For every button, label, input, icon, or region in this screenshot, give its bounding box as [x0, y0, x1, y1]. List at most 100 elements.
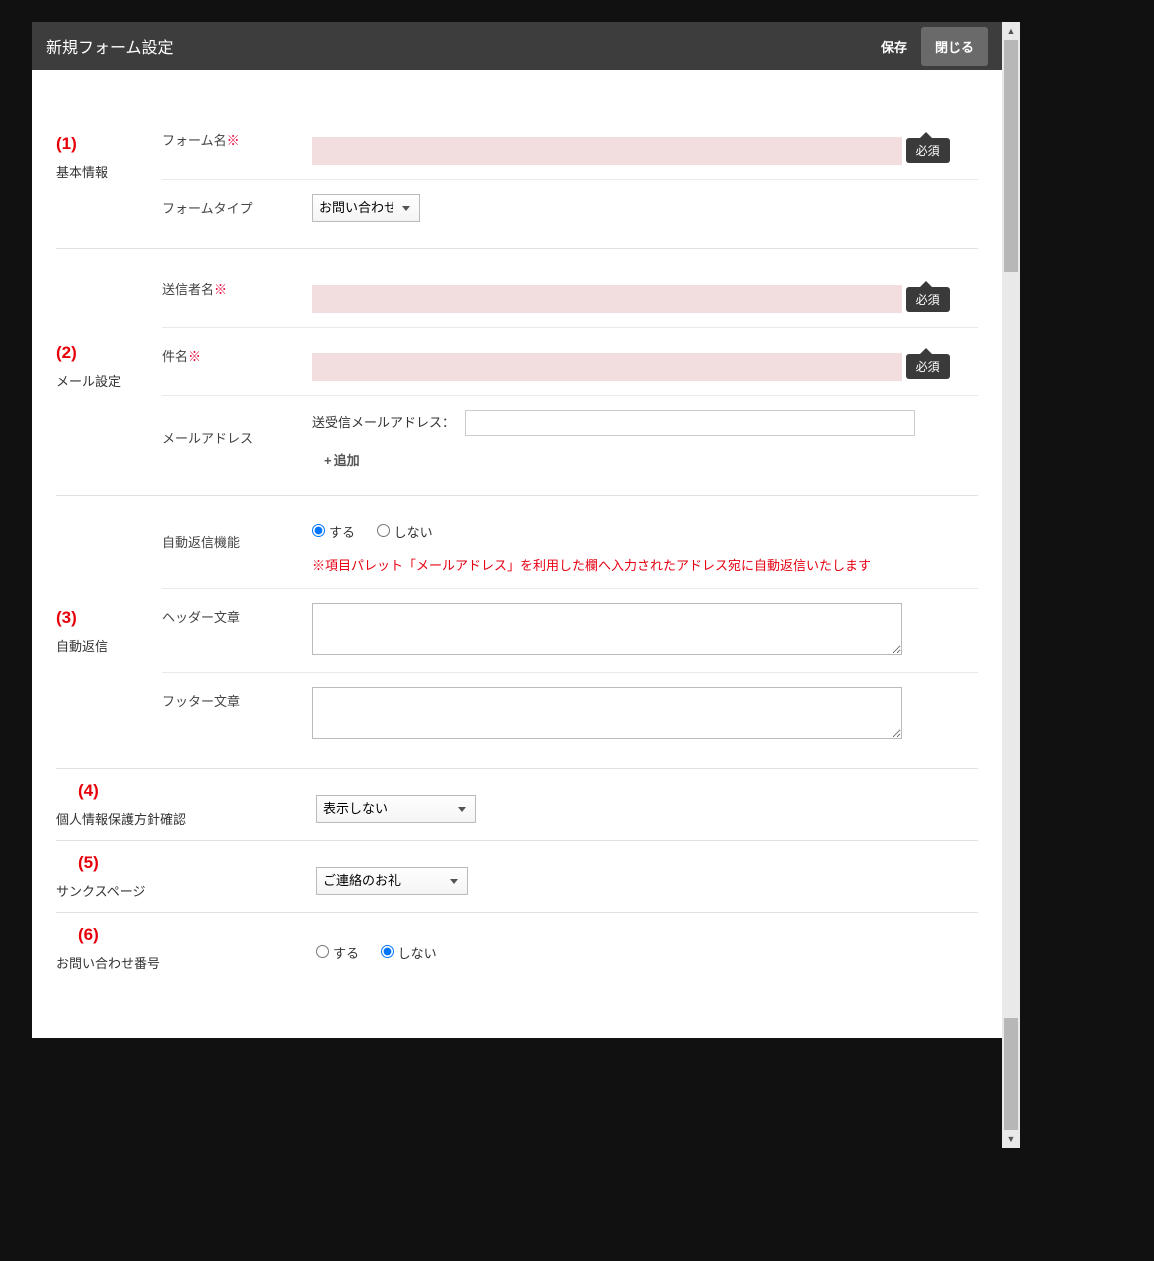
- scroll-down-icon[interactable]: ▼: [1002, 1130, 1020, 1148]
- section-label: (3) 自動返信: [56, 508, 162, 756]
- select-wrap: お問い合わせ: [312, 194, 420, 222]
- field-subject: 件名※ 必須: [162, 327, 978, 395]
- modal-title: 新規フォーム設定: [46, 34, 867, 58]
- field-control: 必須: [312, 126, 978, 165]
- inquiry-yes-radio[interactable]: [316, 945, 329, 958]
- save-button[interactable]: 保存: [867, 27, 921, 66]
- scroll-thumb[interactable]: [1004, 40, 1018, 272]
- field-control: お問い合わせ: [312, 194, 978, 222]
- field-control: 送受信メールアドレス： +追加: [312, 410, 978, 469]
- mail-address-input[interactable]: [465, 410, 915, 436]
- auto-reply-yes-radio[interactable]: [312, 524, 325, 537]
- section-thanks-page: (5) サンクスページ ご連絡のお礼: [56, 841, 978, 913]
- section-number: (4): [56, 781, 316, 801]
- section-title: 個人情報保護方針確認: [56, 812, 186, 827]
- add-address-button[interactable]: +追加: [324, 450, 360, 469]
- subject-input[interactable]: [312, 353, 902, 381]
- auto-reply-note: ※項目パレット「メールアドレス」を利用した欄へ入力されたアドレス宛に自動返信いた…: [312, 555, 978, 574]
- section-label: (2) メール設定: [56, 261, 162, 483]
- section-basic-info: (1) 基本情報 フォーム名※ 必須 フォームタイプ: [56, 100, 978, 249]
- section-fields: フォーム名※ 必須 フォームタイプ お問い合わせ: [162, 112, 978, 236]
- field-label: 送信者名※: [162, 275, 312, 298]
- modal-body: (1) 基本情報 フォーム名※ 必須 フォームタイプ: [32, 70, 1002, 1038]
- auto-reply-no-radio[interactable]: [377, 524, 390, 537]
- field-label: フッター文章: [162, 687, 312, 710]
- inquiry-radio-group: する しない: [316, 943, 978, 962]
- field-control: する しない ※項目パレット「メールアドレス」を利用した欄へ入力されたアドレス宛…: [312, 522, 978, 574]
- label-text: 件名: [162, 349, 188, 364]
- section-number: (6): [56, 925, 316, 945]
- field-control: [312, 687, 978, 742]
- section-privacy-policy: (4) 個人情報保護方針確認 表示しない: [56, 769, 978, 841]
- privacy-select[interactable]: 表示しない: [316, 795, 476, 823]
- sender-name-input[interactable]: [312, 285, 902, 313]
- plus-icon: +: [324, 453, 332, 468]
- radio-yes-text: する: [333, 946, 359, 961]
- radio-no-label[interactable]: しない: [377, 525, 433, 540]
- required-mark: ※: [214, 282, 227, 297]
- thanks-select[interactable]: ご連絡のお礼: [316, 867, 468, 895]
- required-badge: 必須: [906, 354, 950, 379]
- modal-header: 新規フォーム設定 保存 閉じる: [32, 22, 1002, 70]
- label-text: フォーム名: [162, 133, 227, 148]
- required-badge: 必須: [906, 287, 950, 312]
- header-text-textarea[interactable]: [312, 603, 902, 655]
- section-fields: 送信者名※ 必須 件名※ 必須: [162, 261, 978, 483]
- section-title: 基本情報: [56, 165, 108, 180]
- section-mail-settings: (2) メール設定 送信者名※ 必須: [56, 249, 978, 496]
- scroll-up-icon[interactable]: ▲: [1002, 22, 1020, 40]
- field-label: 件名※: [162, 342, 312, 365]
- field-sender-name: 送信者名※ 必須: [162, 261, 978, 328]
- field-footer-text: フッター文章: [162, 672, 978, 756]
- section-fields: 表示しない: [316, 781, 978, 828]
- radio-no-text: しない: [398, 946, 437, 961]
- section-label: (5) サンクスページ: [56, 853, 316, 900]
- close-button[interactable]: 閉じる: [921, 27, 988, 66]
- add-label: 追加: [334, 453, 360, 468]
- send-receive-label: 送受信メールアドレス：: [312, 415, 461, 430]
- radio-yes-text: する: [329, 525, 355, 540]
- section-fields: する しない: [316, 925, 978, 972]
- auto-reply-radio-group: する しない: [312, 522, 978, 541]
- form-name-input[interactable]: [312, 137, 902, 165]
- form-type-select[interactable]: お問い合わせ: [312, 194, 420, 222]
- section-auto-reply: (3) 自動返信 自動返信機能 する しない ※項目パレット「メールアドレス」を…: [56, 496, 978, 769]
- select-wrap: ご連絡のお礼: [316, 867, 468, 895]
- section-inquiry-number: (6) お問い合わせ番号 する しない: [56, 913, 978, 984]
- required-mark: ※: [188, 349, 201, 364]
- section-number: (2): [56, 343, 162, 363]
- field-label: ヘッダー文章: [162, 603, 312, 626]
- field-control: [312, 603, 978, 658]
- field-label: メールアドレス: [162, 410, 312, 447]
- radio-no-text: しない: [394, 525, 433, 540]
- footer-text-textarea[interactable]: [312, 687, 902, 739]
- section-fields: ご連絡のお礼: [316, 853, 978, 900]
- field-auto-reply-func: 自動返信機能 する しない ※項目パレット「メールアドレス」を利用した欄へ入力さ…: [162, 508, 978, 588]
- radio-no-label[interactable]: しない: [381, 946, 437, 961]
- field-header-text: ヘッダー文章: [162, 588, 978, 672]
- label-text: 送信者名: [162, 282, 214, 297]
- section-title: サンクスページ: [56, 884, 145, 899]
- section-number: (1): [56, 134, 162, 154]
- section-number: (3): [56, 608, 162, 628]
- inquiry-no-radio[interactable]: [381, 945, 394, 958]
- required-badge: 必須: [906, 138, 950, 163]
- scrollbar[interactable]: ▲ ▼: [1002, 22, 1020, 1148]
- section-title: メール設定: [56, 374, 121, 389]
- select-wrap: 表示しない: [316, 795, 476, 823]
- field-label: 自動返信機能: [162, 522, 312, 551]
- field-control: 必須: [312, 275, 978, 314]
- scroll-thumb[interactable]: [1004, 1018, 1018, 1130]
- section-label: (6) お問い合わせ番号: [56, 925, 316, 972]
- modal-backdrop: 新規フォーム設定 保存 閉じる (1) 基本情報 フォーム名※: [0, 0, 1154, 1261]
- radio-yes-label[interactable]: する: [312, 525, 355, 540]
- field-form-name: フォーム名※ 必須: [162, 112, 978, 179]
- section-title: 自動返信: [56, 639, 108, 654]
- section-label: (1) 基本情報: [56, 112, 162, 236]
- field-label: フォームタイプ: [162, 194, 312, 217]
- section-title: お問い合わせ番号: [56, 956, 160, 971]
- required-mark: ※: [227, 133, 240, 148]
- radio-yes-label[interactable]: する: [316, 946, 359, 961]
- section-label: (4) 個人情報保護方針確認: [56, 781, 316, 828]
- field-control: 必須: [312, 342, 978, 381]
